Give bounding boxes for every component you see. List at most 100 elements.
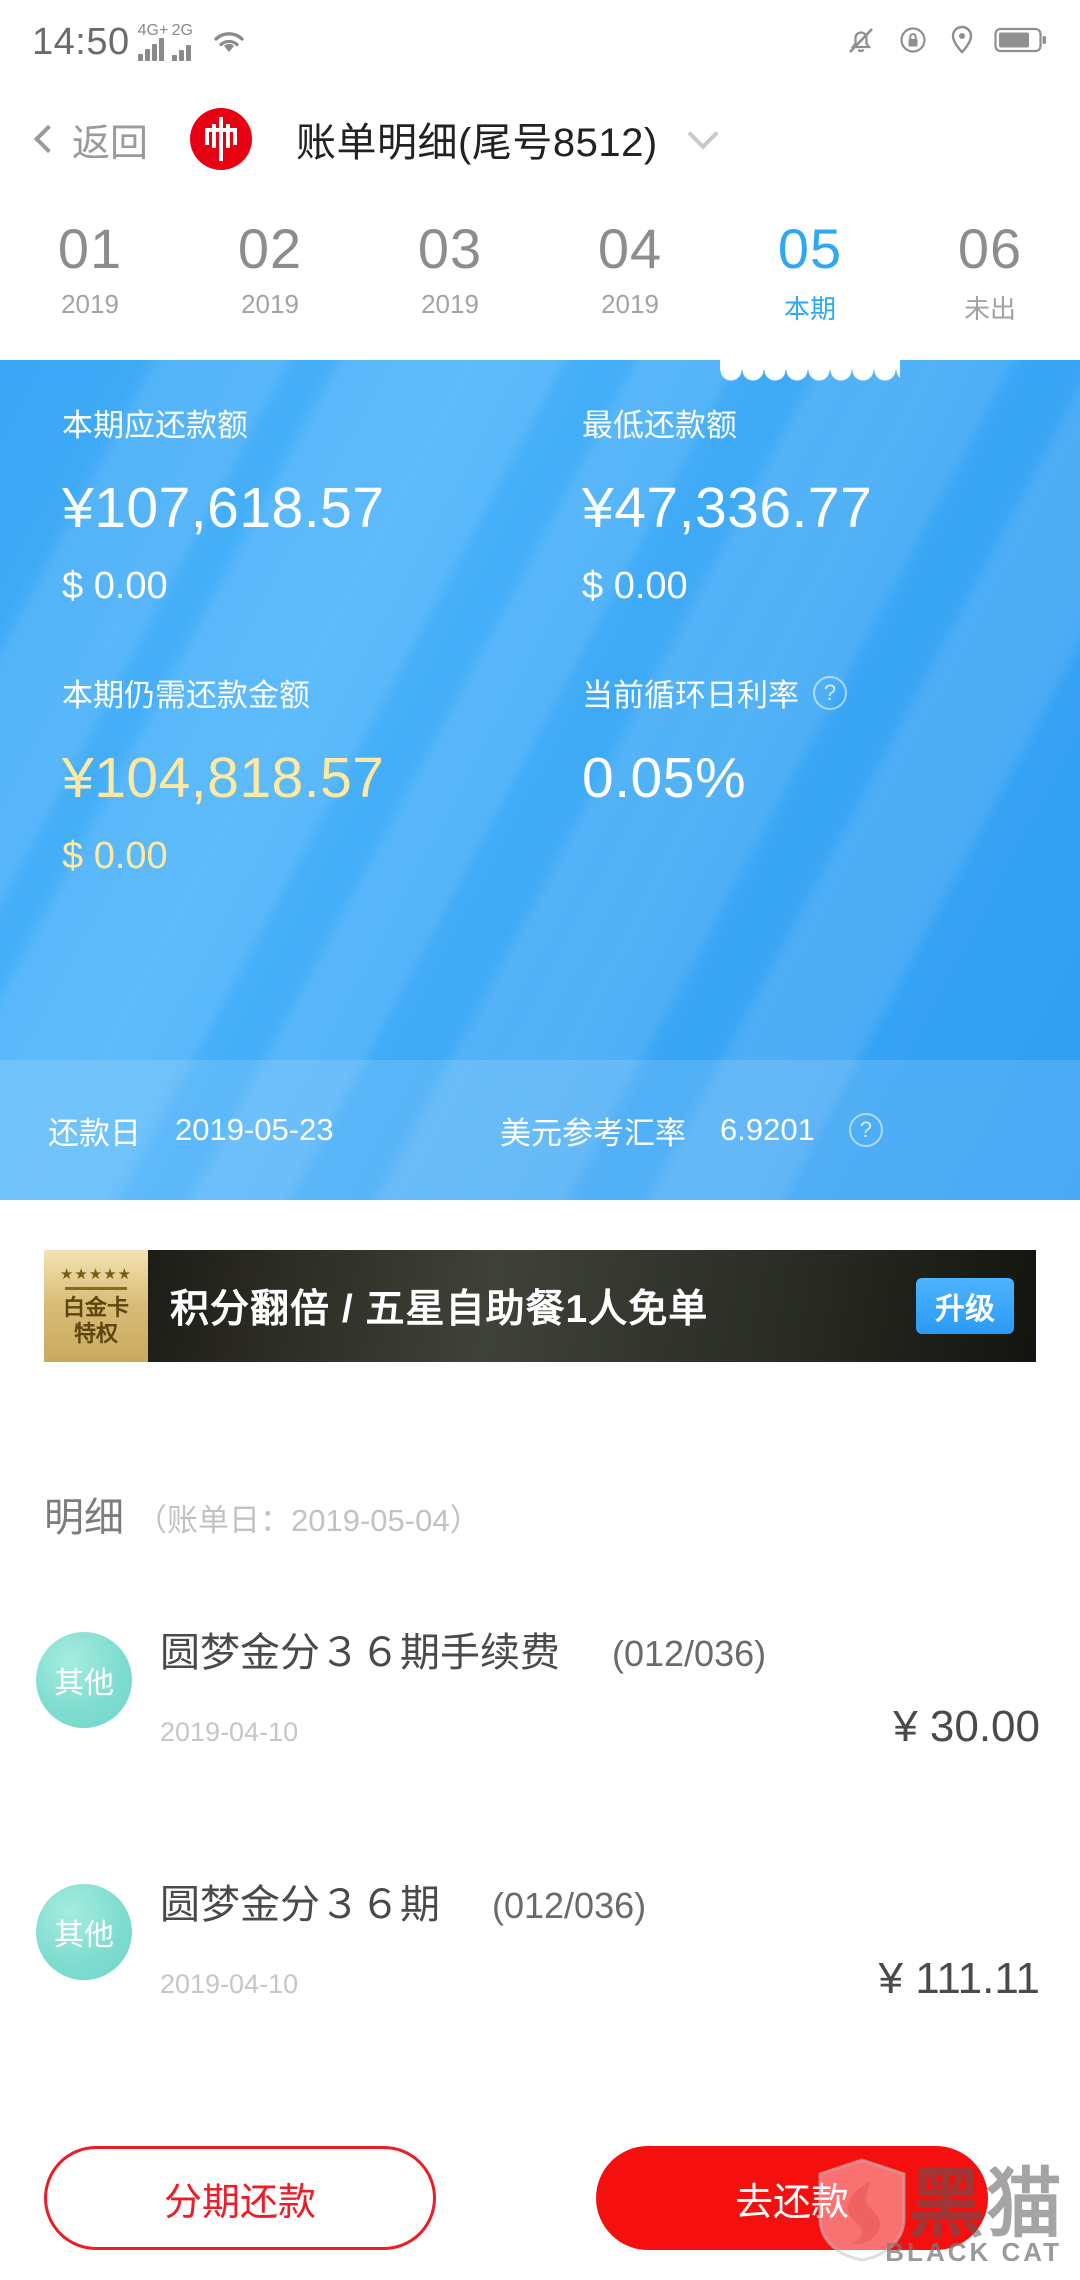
fx-rate-value: 6.9201 — [720, 1112, 815, 1147]
transaction-title-line: 圆梦金分３６期 (012/036) — [160, 1872, 1040, 1930]
transaction-title-line: 圆梦金分３６期手续费 (012/036) — [160, 1620, 1040, 1678]
month-tab-04[interactable]: 04 2019 — [540, 200, 720, 360]
daily-rate-label-text: 当前循环日利率 — [582, 678, 799, 713]
transaction-body: 圆梦金分３６期 (012/036) 2019-04-10 ¥ 111.11 — [132, 1872, 1080, 2004]
month-tab-number: 03 — [417, 217, 483, 280]
chevron-down-icon[interactable] — [687, 118, 719, 150]
promo-banner[interactable]: ★★★★★ 白金卡 特权 积分翻倍 / 五星自助餐1人免单 升级 — [44, 1250, 1036, 1362]
navigation-bar: 返回 账单明细(尾号8512) — [0, 84, 1080, 194]
month-tab-02[interactable]: 02 2019 — [180, 200, 360, 360]
due-amount-cny: ¥107,618.57 — [62, 476, 385, 540]
month-tab-bar: 01 2019 02 2019 03 2019 04 2019 05 本期 06… — [0, 200, 1080, 360]
transaction-amount: ¥ 111.11 — [878, 1954, 1040, 2003]
page-title: 账单明细(尾号8512) — [296, 121, 658, 165]
installment-repay-button[interactable]: 分期还款 — [44, 2146, 436, 2250]
transaction-name: 圆梦金分３６期 — [160, 1883, 440, 1927]
badge-line2: 特权 — [73, 1320, 118, 1346]
transaction-meta-line: 2019-04-10 ¥ 111.11 — [160, 1954, 1040, 2004]
month-tab-01[interactable]: 01 2019 — [0, 200, 180, 360]
badge-stars: ★★★★★ — [59, 1265, 133, 1283]
promo-text: 积分翻倍 / 五星自助餐1人免单 — [170, 1288, 709, 1331]
transaction-name: 圆梦金分３６期手续费 — [160, 1631, 560, 1675]
status-time: 14:50 — [32, 21, 130, 63]
due-amount-block: 本期应还款额 ¥107,618.57 $ 0.00 — [0, 400, 540, 608]
transaction-body: 圆梦金分３６期手续费 (012/036) 2019-04-10 ¥ 30.00 — [132, 1620, 1080, 1752]
daily-rate-label: 当前循环日利率 ? — [582, 670, 1080, 715]
bill-row-secondary: 本期仍需还款金额 ¥104,818.57 $ 0.00 当前循环日利率 ? 0.… — [0, 670, 1080, 878]
category-avatar: 其他 — [36, 1884, 132, 1980]
month-tab-number: 04 — [597, 217, 663, 280]
back-button-label: 返回 — [72, 122, 149, 165]
status-bar-left: 14:50 4G+ 2G — [32, 23, 249, 61]
min-amount-label: 最低还款额 — [582, 408, 737, 443]
repayment-date-value: 2019-05-23 — [175, 1112, 334, 1147]
detail-section-header: 明细 （账单日：2019-05-04） — [44, 1485, 481, 1543]
repay-button[interactable]: 去还款 — [596, 2146, 988, 2250]
month-tab-03[interactable]: 03 2019 — [360, 200, 540, 360]
transaction-meta-line: 2019-04-10 ¥ 30.00 — [160, 1702, 1040, 1752]
month-tab-number: 06 — [957, 217, 1023, 280]
category-avatar: 其他 — [36, 1632, 132, 1728]
bill-summary-card: 本期应还款额 ¥107,618.57 $ 0.00 最低还款额 ¥47,336.… — [0, 348, 1080, 1200]
bill-card-content: 本期应还款额 ¥107,618.57 $ 0.00 最低还款额 ¥47,336.… — [0, 348, 1080, 878]
location-icon — [948, 23, 976, 62]
signal-primary-icon: 4G+ — [137, 23, 168, 61]
transaction-row[interactable]: 其他 圆梦金分３６期 (012/036) 2019-04-10 ¥ 111.11 — [0, 1872, 1080, 2004]
month-tab-sublabel: 未出 — [963, 293, 1016, 324]
remaining-amount-cny: ¥104,818.57 — [62, 746, 385, 810]
phone-screen: 14:50 4G+ 2G 返回 账单明细(尾号8512) 01 2019 02 … — [0, 0, 1080, 2280]
signal-secondary-label: 2G — [171, 22, 193, 39]
battery-icon — [994, 25, 1048, 60]
signal-primary-label: 4G+ — [137, 22, 169, 39]
bell-muted-icon — [844, 23, 878, 62]
min-amount-usd: $ 0.00 — [582, 565, 688, 607]
month-tab-06[interactable]: 06 未出 — [900, 200, 1080, 360]
badge-divider — [65, 1286, 127, 1290]
signal-secondary-icon: 2G — [171, 23, 193, 61]
repayment-date-block: 还款日 2019-05-23 — [0, 1108, 500, 1153]
detail-title: 明细 — [44, 1496, 124, 1540]
question-mark-icon[interactable]: ? — [848, 1113, 883, 1147]
month-tab-number: 05 — [777, 217, 843, 280]
due-amount-label: 本期应还款额 — [62, 408, 248, 443]
transaction-row[interactable]: 其他 圆梦金分３６期手续费 (012/036) 2019-04-10 ¥ 30.… — [0, 1620, 1080, 1752]
badge-line1: 白金卡 — [62, 1294, 129, 1320]
remaining-amount-usd: $ 0.00 — [62, 835, 168, 877]
fx-rate-block: 美元参考汇率 6.9201 ? — [500, 1108, 883, 1153]
status-bar: 14:50 4G+ 2G — [0, 0, 1080, 84]
month-tab-sublabel: 2019 — [61, 288, 119, 319]
daily-rate-block: 当前循环日利率 ? 0.05% — [540, 670, 1080, 878]
bill-card-footer: 还款日 2019-05-23 美元参考汇率 6.9201 ? — [0, 1060, 1080, 1200]
detail-statement-date: （账单日：2019-05-04） — [136, 1503, 481, 1538]
bank-logo-icon — [190, 108, 253, 170]
transaction-amount: ¥ 30.00 — [893, 1702, 1040, 1751]
bill-row-primary: 本期应还款额 ¥107,618.57 $ 0.00 最低还款额 ¥47,336.… — [0, 400, 1080, 608]
month-tab-sublabel: 2019 — [421, 288, 479, 319]
remaining-amount-label: 本期仍需还款金额 — [62, 678, 310, 713]
month-tab-sublabel: 2019 — [601, 288, 659, 319]
wifi-icon — [209, 26, 249, 61]
min-amount-cny: ¥47,336.77 — [582, 476, 873, 540]
rotation-lock-icon — [896, 23, 930, 62]
bottom-action-bar: 分期还款 去还款 — [0, 2138, 1080, 2258]
month-tab-05-active[interactable]: 05 本期 — [720, 200, 900, 360]
month-tab-number: 01 — [57, 217, 123, 280]
transaction-term: (012/036) — [612, 1633, 767, 1674]
month-tab-sublabel: 本期 — [783, 293, 836, 324]
month-tab-sublabel: 2019 — [241, 288, 299, 319]
transaction-term: (012/036) — [492, 1885, 647, 1926]
daily-rate-value: 0.05% — [582, 746, 747, 810]
remaining-amount-block: 本期仍需还款金额 ¥104,818.57 $ 0.00 — [0, 670, 540, 878]
fx-rate-label: 美元参考汇率 — [500, 1115, 686, 1151]
repayment-date-label: 还款日 — [48, 1115, 141, 1151]
due-amount-usd: $ 0.00 — [62, 565, 168, 607]
back-button[interactable]: 返回 — [0, 112, 148, 167]
month-tab-number: 02 — [237, 217, 303, 280]
upgrade-button[interactable]: 升级 — [916, 1278, 1014, 1334]
transaction-date: 2019-04-10 — [160, 1969, 299, 1999]
question-mark-icon[interactable]: ? — [813, 675, 847, 710]
platinum-badge-icon: ★★★★★ 白金卡 特权 — [44, 1250, 148, 1362]
min-amount-block: 最低还款额 ¥47,336.77 $ 0.00 — [540, 400, 1080, 608]
status-bar-right — [844, 23, 1048, 62]
transaction-date: 2019-04-10 — [160, 1717, 299, 1747]
